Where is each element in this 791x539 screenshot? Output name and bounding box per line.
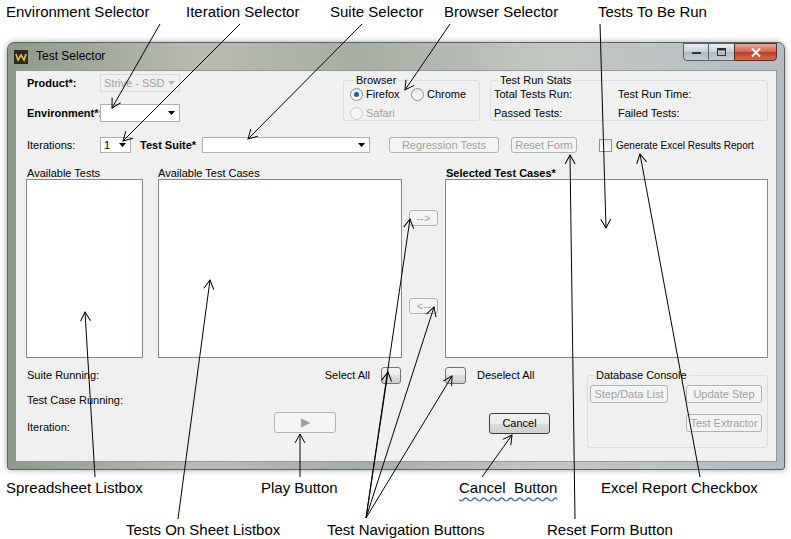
- iterations-label: Iterations:: [27, 139, 100, 152]
- update-step-button[interactable]: Update Step: [686, 385, 762, 403]
- iterations-combo[interactable]: 1: [100, 137, 131, 153]
- stat-label: Test Run Time:: [618, 88, 767, 101]
- annotation-label: Suite Selector: [330, 3, 423, 21]
- app-logo-icon: [14, 50, 28, 64]
- stat-label: Total Tests Run:: [494, 88, 618, 101]
- dropdown-arrow-icon: [115, 138, 130, 152]
- close-icon: [751, 48, 761, 57]
- spreadsheet-listbox[interactable]: [26, 179, 143, 358]
- client-area: Product*:Strive - SSD Environment*: Browse…: [15, 70, 777, 462]
- selected-test-cases-listbox[interactable]: [445, 179, 768, 358]
- callout-arrows-icon: [0, 0, 791, 539]
- annotation-label: Reset Form Button: [547, 521, 673, 539]
- window: Test Selector Product*:Strive - SSD Enviro…: [7, 42, 785, 470]
- browser-radio[interactable]: Firefox: [350, 88, 411, 101]
- minimize-icon: [692, 51, 701, 54]
- title-bar: Test Selector: [8, 43, 784, 70]
- callout-arrow-icon: [366, 376, 452, 518]
- test-suite-label: Test Suite*: [140, 139, 202, 152]
- step-data-list-button[interactable]: Step/Data List: [590, 385, 668, 403]
- callout-arrow-icon: [112, 24, 160, 108]
- list-label: Available Tests: [26, 167, 143, 179]
- annotation-label: Cancel Button: [459, 479, 557, 497]
- minimize-button[interactable]: [683, 43, 709, 61]
- product-combo[interactable]: Strive - SSD: [100, 74, 180, 92]
- database-console-group: Database ConsoleStep/Data ListUpdate Ste…: [587, 369, 768, 448]
- iteration-label: Iteration:: [27, 421, 274, 434]
- select-all-button[interactable]: [381, 367, 401, 384]
- excel-report-checkbox[interactable]: Generate Excel Results Report: [599, 139, 754, 152]
- annotation-label: Browser Selector: [444, 3, 558, 21]
- callout-arrow-icon: [570, 155, 575, 519]
- annotated-screenshot: Test Selector Product*:Strive - SSD Enviro…: [0, 0, 791, 539]
- maximize-icon: [717, 48, 726, 56]
- window-title: Test Selector: [36, 49, 105, 63]
- radio-circle-icon: [411, 88, 424, 101]
- browser-radio[interactable]: Safari: [350, 107, 411, 120]
- browser-radio[interactable]: Chrome: [411, 88, 472, 101]
- callout-arrow-icon: [178, 280, 210, 519]
- callout-arrow-icon: [248, 24, 362, 139]
- close-button[interactable]: [734, 43, 777, 61]
- product-label: Product*:: [27, 77, 100, 90]
- suite-running-label: Suite Running:: [27, 369, 274, 382]
- annotation-label: Environment Selector: [6, 3, 149, 21]
- annotation-label: Iteration Selector: [186, 3, 299, 21]
- dropdown-arrow-icon: [354, 138, 369, 152]
- callout-arrow-icon: [300, 434, 301, 477]
- callout-arrow-icon: [366, 219, 410, 518]
- dropdown-arrow-icon: [164, 75, 179, 91]
- tests-on-sheet-listbox[interactable]: [158, 179, 402, 358]
- regression-tests-button[interactable]: Regression Tests: [389, 137, 499, 153]
- test-case-running-label: Test Case Running:: [27, 394, 274, 407]
- callout-arrow-icon: [600, 24, 606, 228]
- test-suite-combo[interactable]: [202, 137, 370, 153]
- checkbox-box-icon: [599, 139, 612, 152]
- callout-arrow-icon: [85, 312, 95, 477]
- test-extractor-button[interactable]: Test Extractor: [686, 414, 762, 432]
- callout-arrow-icon: [366, 372, 388, 518]
- select-all-label: Select All: [325, 369, 370, 382]
- callout-arrow-icon: [366, 307, 434, 518]
- play-button[interactable]: ▶: [274, 412, 336, 433]
- test-run-stats-group: Test Run StatsTotal Tests Run:Test Run T…: [490, 74, 768, 121]
- browser-group: BrowserFirefoxChromeSafari: [343, 74, 480, 121]
- callout-arrow-icon: [482, 435, 512, 477]
- annotation-label: Tests On Sheet Listbox: [126, 521, 280, 539]
- radio-circle-icon: [350, 88, 363, 101]
- list-label: Available Test Cases: [158, 167, 402, 179]
- deselect-all-button[interactable]: [445, 367, 466, 384]
- move-right-button[interactable]: -->: [409, 210, 438, 226]
- dropdown-arrow-icon: [164, 105, 179, 121]
- callout-arrow-icon: [640, 154, 700, 477]
- environment-label: Environment*:: [27, 107, 100, 120]
- environment-combo[interactable]: [100, 104, 180, 122]
- callout-arrow-icon: [123, 24, 240, 141]
- stat-label: Passed Tests:: [494, 107, 618, 120]
- annotation-label: Spreadsheet Listbox: [6, 479, 143, 497]
- maximize-button[interactable]: [709, 43, 734, 61]
- reset-form-button[interactable]: Reset Form: [511, 137, 577, 153]
- cancel-button[interactable]: Cancel: [489, 413, 550, 434]
- move-left-button[interactable]: <--: [409, 298, 438, 314]
- deselect-all-label: Deselect All: [477, 369, 534, 382]
- annotation-label: Test Navigation Buttons: [327, 521, 485, 539]
- stat-label: Failed Tests:: [618, 107, 767, 120]
- list-label: Selected Test Cases*: [445, 167, 768, 179]
- annotation-label: Play Button: [261, 479, 338, 497]
- annotation-label: Tests To Be Run: [598, 3, 707, 21]
- radio-circle-icon: [350, 107, 363, 120]
- callout-arrow-icon: [405, 24, 450, 90]
- annotation-label: Excel Report Checkbox: [601, 479, 758, 497]
